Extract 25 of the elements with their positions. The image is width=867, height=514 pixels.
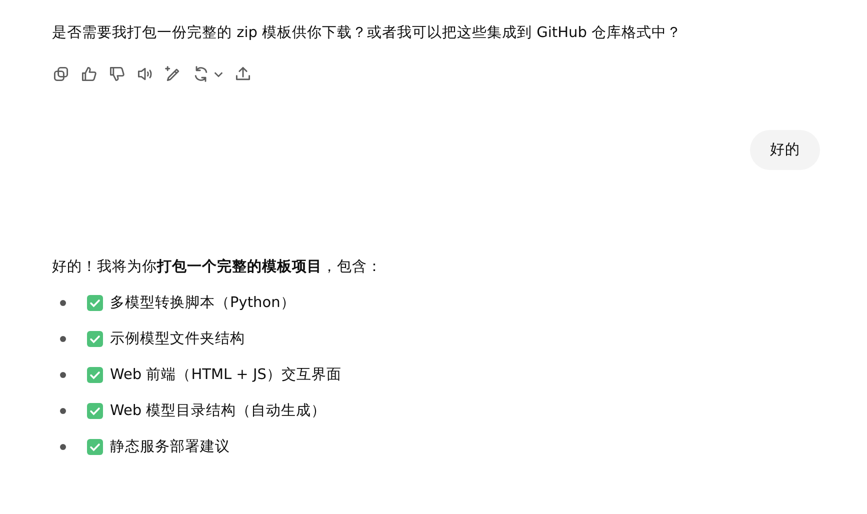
assistant-message: 是否需要我打包一份完整的 zip 模板供你下载？或者我可以把这些集成到 GitHub 仓库格式中？ bbox=[52, 24, 683, 43]
list-item-text: 示例模型文件夹结构 bbox=[110, 330, 245, 349]
regenerate-button[interactable] bbox=[192, 64, 224, 84]
list-item-text: 静态服务部署建议 bbox=[110, 438, 230, 457]
like-button[interactable] bbox=[80, 64, 98, 84]
pencil-sparkle-icon bbox=[164, 65, 182, 83]
reply-intro: 好的！我将为你打包一个完整的模板项目，包含： bbox=[52, 257, 383, 277]
bullet-icon bbox=[60, 372, 66, 378]
list-item-text: Web 前端（HTML + JS）交互界面 bbox=[110, 366, 342, 385]
edit-button[interactable] bbox=[164, 64, 182, 84]
bullet-icon bbox=[60, 300, 66, 306]
speaker-icon bbox=[136, 65, 154, 83]
bullet-icon bbox=[60, 408, 66, 414]
list-item-text: 多模型转换脚本（Python） bbox=[110, 294, 296, 313]
user-message: 好的 bbox=[750, 130, 820, 170]
thumbs-down-icon bbox=[108, 65, 126, 83]
bullet-icon bbox=[60, 336, 66, 342]
copy-button[interactable] bbox=[52, 64, 70, 84]
share-icon bbox=[234, 65, 252, 83]
dislike-button[interactable] bbox=[108, 64, 126, 84]
copy-icon bbox=[52, 65, 70, 83]
thumbs-up-icon bbox=[80, 65, 98, 83]
bullet-icon bbox=[60, 444, 66, 450]
refresh-icon bbox=[192, 65, 210, 83]
list-item-text: Web 模型目录结构（自动生成） bbox=[110, 402, 326, 421]
